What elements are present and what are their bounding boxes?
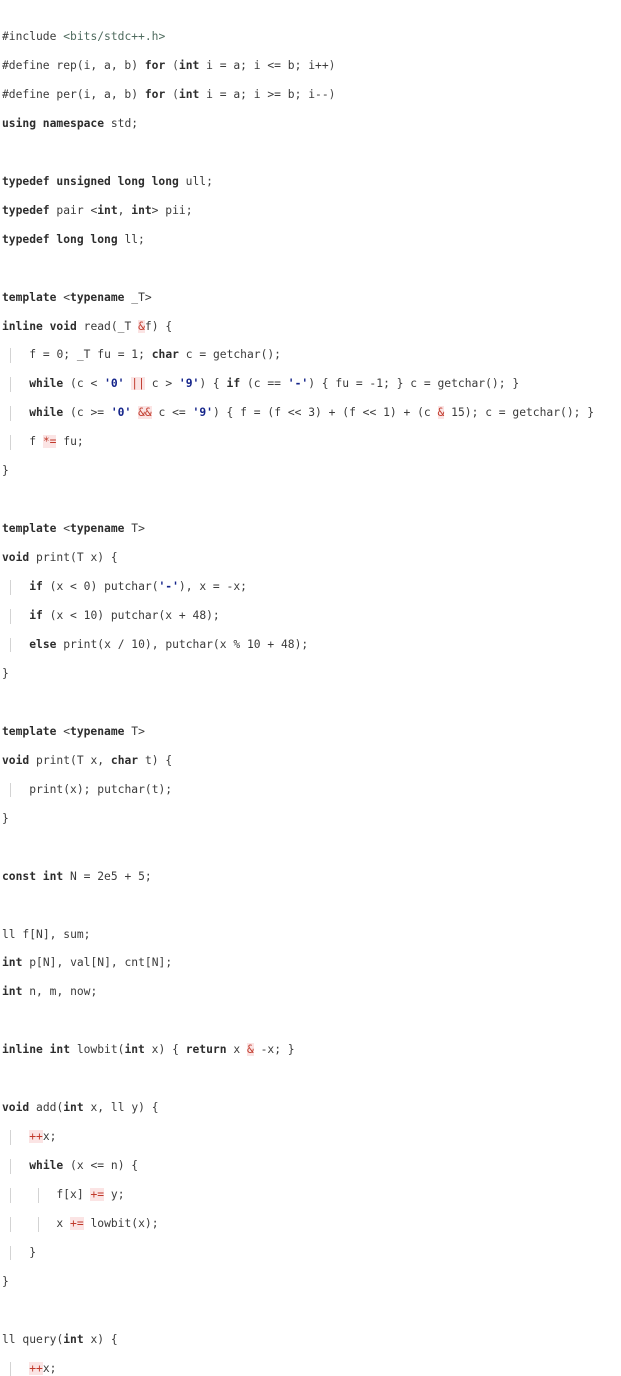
code-line: while (c < '0' || c > '9') { if (c == '-… xyxy=(0,377,594,392)
code-line: ++x; xyxy=(0,1361,594,1376)
code-line: using namespace std; xyxy=(2,116,139,130)
code-line: const int N = 2e5 + 5; xyxy=(2,869,152,883)
code-line: } xyxy=(2,464,9,478)
code-line: ll query(int x) { xyxy=(2,1332,118,1346)
code-content[interactable]: #include <bits/stdc++.h> #define rep(i, … xyxy=(0,0,594,1376)
code-line: void print(T x) { xyxy=(2,551,118,565)
code-line: } xyxy=(2,1274,9,1288)
code-line: typedef unsigned long long ull; xyxy=(2,174,213,188)
code-line: f = 0; _T fu = 1; char c = getchar(); xyxy=(0,348,594,363)
code-line: inline int lowbit(int x) { return x & -x… xyxy=(2,1043,295,1057)
code-line: f *= fu; xyxy=(0,435,594,450)
code-line: } xyxy=(2,1246,37,1261)
code-line: x += lowbit(x); xyxy=(0,1217,594,1232)
code-line: } xyxy=(2,811,9,825)
code-line: int p[N], val[N], cnt[N]; xyxy=(2,956,173,970)
code-line: template <typename T> xyxy=(2,724,145,738)
code-line: #include <bits/stdc++.h> xyxy=(2,29,166,43)
code-line: int n, m, now; xyxy=(2,985,98,999)
code-line: if (x < 0) putchar('-'), x = -x; xyxy=(0,580,594,595)
code-line: print(x); putchar(t); xyxy=(0,782,594,798)
code-line: #define rep(i, a, b) for (int i = a; i <… xyxy=(2,58,336,72)
code-line: void print(T x, char t) { xyxy=(2,753,173,767)
code-line: } xyxy=(2,666,9,680)
code-line: while (x <= n) { xyxy=(0,1159,594,1174)
code-line: else print(x / 10), putchar(x % 10 + 48)… xyxy=(0,637,594,653)
code-line: if (x < 10) putchar(x + 48); xyxy=(0,609,594,624)
code-line: ++x; xyxy=(0,1130,594,1145)
code-line: typedef long long ll; xyxy=(2,232,145,246)
code-editor[interactable]: #include <bits/stdc++.h> #define rep(i, … xyxy=(0,0,621,1376)
code-line: ll f[N], sum; xyxy=(2,927,91,941)
code-line: inline void read(_T &f) { xyxy=(2,319,173,333)
code-line: template <typename _T> xyxy=(2,290,152,304)
code-line: while (c >= '0' && c <= '9') { f = (f <<… xyxy=(0,406,594,421)
code-line: f[x] += y; xyxy=(0,1188,594,1203)
code-line: typedef pair <int, int> pii; xyxy=(2,203,193,217)
code-line: void add(int x, ll y) { xyxy=(2,1101,159,1115)
code-line: #define per(i, a, b) for (int i = a; i >… xyxy=(2,87,336,101)
code-line: template <typename T> xyxy=(2,522,145,536)
